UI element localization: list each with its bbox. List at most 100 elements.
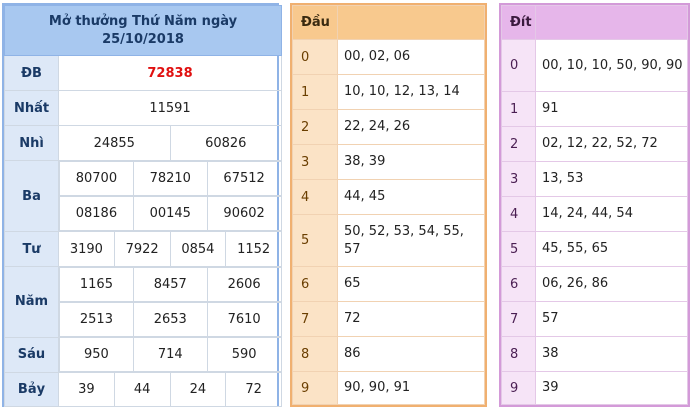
tail-digit: 4 bbox=[501, 196, 536, 232]
results-title-line1: Mở thưởng Thứ Năm ngày bbox=[48, 13, 238, 29]
prize-row-nam: Năm 1165 8457 2606 bbox=[4, 266, 282, 338]
tail-values: 45, 55, 65 bbox=[535, 231, 688, 267]
head-values: 72 bbox=[337, 301, 485, 337]
tail-row: 5 45, 55, 65 bbox=[501, 231, 688, 267]
prize-number: 8457 bbox=[132, 267, 208, 302]
tail-digit: 7 bbox=[501, 301, 536, 337]
prize-number: 950 bbox=[59, 337, 134, 372]
head-values: 22, 24, 26 bbox=[337, 109, 485, 145]
head-row: 9 90, 90, 91 bbox=[292, 371, 485, 405]
head-row: 4 44, 45 bbox=[292, 179, 485, 215]
prize-number: 7610 bbox=[206, 302, 282, 337]
prize-number: 67512 bbox=[206, 161, 282, 196]
prize-number: 7922 bbox=[113, 231, 171, 267]
prize-number: 08186 bbox=[59, 196, 134, 231]
prize-number: 39 bbox=[58, 372, 115, 407]
head-values: 65 bbox=[337, 266, 485, 302]
prize-number: 11591 bbox=[57, 90, 283, 126]
prize-number: 2513 bbox=[59, 302, 134, 337]
prize-number: 72 bbox=[225, 372, 283, 407]
head-row: 7 72 bbox=[292, 301, 485, 337]
head-values: 90, 90, 91 bbox=[337, 371, 485, 405]
tail-row: 1 91 bbox=[501, 91, 688, 127]
prize-row-db: ĐB 72838 bbox=[4, 55, 283, 91]
prize-number: 90602 bbox=[206, 196, 282, 231]
tail-values: 91 bbox=[535, 91, 688, 127]
tail-table-header: Đít bbox=[501, 5, 688, 40]
head-values: 38, 39 bbox=[337, 144, 485, 180]
prize-label: Bảy bbox=[4, 372, 59, 407]
tail-row: 4 14, 24, 44, 54 bbox=[501, 196, 688, 232]
head-digit: 0 bbox=[292, 39, 338, 75]
head-digit: 3 bbox=[292, 144, 338, 180]
head-header-label: Đầu bbox=[292, 5, 338, 40]
tail-digit: 8 bbox=[501, 336, 536, 372]
tail-values: 02, 12, 22, 52, 72 bbox=[535, 126, 688, 162]
head-values: 00, 02, 06 bbox=[337, 39, 485, 75]
head-values: 50, 52, 53, 54, 55, 57 bbox=[337, 214, 485, 267]
prize-label: Nhì bbox=[4, 125, 59, 161]
head-digit-table: Đầu 0 00, 02, 06 1 10, 10, 12, 13, 14 2 22,… bbox=[290, 3, 487, 407]
tail-row: 3 13, 53 bbox=[501, 161, 688, 197]
tail-header-label: Đít bbox=[501, 5, 536, 40]
prize-number: 590 bbox=[206, 337, 282, 372]
prize-number: 0854 bbox=[169, 231, 227, 267]
prize-number: 2653 bbox=[132, 302, 208, 337]
tail-values: 39 bbox=[535, 371, 688, 405]
tail-values: 13, 53 bbox=[535, 161, 688, 197]
prize-row-sau: Sáu 950 714 590 bbox=[4, 336, 282, 373]
prize-label: Nhất bbox=[4, 90, 59, 126]
prize-number: 00145 bbox=[132, 196, 208, 231]
tail-row: 9 39 bbox=[501, 371, 688, 405]
prize-number: 78210 bbox=[132, 161, 208, 196]
tail-digit-table: Đít 0 00, 10, 10, 50, 90, 90 1 91 2 02, 12,… bbox=[499, 3, 690, 407]
tail-digit: 0 bbox=[501, 39, 536, 92]
prize-number: 24855 bbox=[58, 125, 171, 161]
head-row: 8 86 bbox=[292, 336, 485, 372]
special-prize-number: 72838 bbox=[57, 55, 283, 91]
prize-row-nhi: Nhì 24855 60826 bbox=[4, 125, 283, 161]
head-digit: 7 bbox=[292, 301, 338, 337]
results-date: 25/10/2018 bbox=[102, 31, 184, 47]
lottery-results-table: Mở thưởng Thứ Năm ngày 25/10/2018 ĐB 728… bbox=[2, 3, 283, 407]
head-row: 5 50, 52, 53, 54, 55, 57 bbox=[292, 214, 485, 267]
prize-label: Ba bbox=[4, 160, 59, 232]
prize-row-ba: Ba 80700 78210 67512 bbox=[4, 160, 282, 232]
head-digit: 8 bbox=[292, 336, 338, 372]
prize-row-nhat: Nhất 11591 bbox=[4, 90, 283, 126]
results-title: Mở thưởng Thứ Năm ngày 25/10/2018 bbox=[3, 5, 283, 56]
tail-values: 14, 24, 44, 54 bbox=[535, 196, 688, 232]
head-table-header: Đầu bbox=[292, 5, 485, 40]
tail-row: 0 00, 10, 10, 50, 90, 90 bbox=[501, 39, 688, 92]
tail-digit: 3 bbox=[501, 161, 536, 197]
tail-digit: 1 bbox=[501, 91, 536, 127]
head-digit: 6 bbox=[292, 266, 338, 302]
prize-label: Năm bbox=[4, 266, 59, 338]
prize-number: 3190 bbox=[58, 231, 115, 267]
prize-number: 80700 bbox=[59, 161, 134, 196]
prize-number: 44 bbox=[113, 372, 171, 407]
prize-number: 714 bbox=[132, 337, 208, 372]
tail-row: 2 02, 12, 22, 52, 72 bbox=[501, 126, 688, 162]
head-values: 86 bbox=[337, 336, 485, 372]
tail-values: 00, 10, 10, 50, 90, 90 bbox=[535, 39, 688, 92]
prize-number: 24 bbox=[169, 372, 227, 407]
head-row: 1 10, 10, 12, 13, 14 bbox=[292, 74, 485, 110]
head-digit: 4 bbox=[292, 179, 338, 215]
prize-row-bay: Bảy 39 44 24 72 bbox=[4, 372, 283, 407]
head-digit: 9 bbox=[292, 371, 338, 405]
tail-digit: 6 bbox=[501, 266, 536, 302]
tail-values: 06, 26, 86 bbox=[535, 266, 688, 302]
prize-number: 1152 bbox=[225, 231, 283, 267]
head-row: 3 38, 39 bbox=[292, 144, 485, 180]
tail-row: 8 38 bbox=[501, 336, 688, 372]
tail-digit: 2 bbox=[501, 126, 536, 162]
prize-label: Tư bbox=[4, 231, 59, 267]
prize-label: Sáu bbox=[4, 336, 59, 373]
head-values: 10, 10, 12, 13, 14 bbox=[337, 74, 485, 110]
head-row: 6 65 bbox=[292, 266, 485, 302]
tail-row: 6 06, 26, 86 bbox=[501, 266, 688, 302]
prize-number: 60826 bbox=[169, 125, 283, 161]
tail-digit: 5 bbox=[501, 231, 536, 267]
head-row: 2 22, 24, 26 bbox=[292, 109, 485, 145]
